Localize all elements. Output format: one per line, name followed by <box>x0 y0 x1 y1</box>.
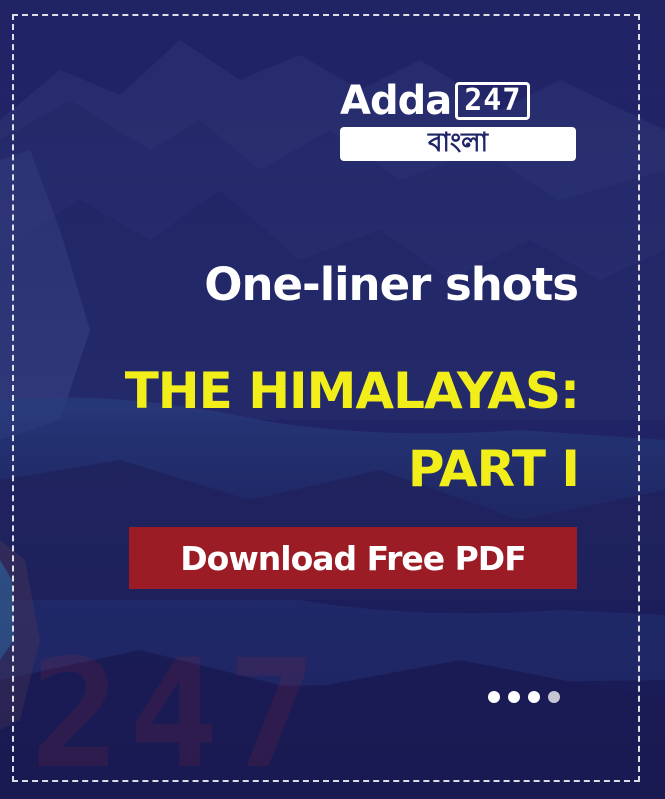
carousel-dot-4[interactable] <box>548 691 560 703</box>
logo-number-box: 247 <box>455 82 531 120</box>
logo-word: Adda <box>340 78 452 124</box>
title-line-2: PART I <box>407 440 580 498</box>
carousel-dot-3[interactable] <box>528 691 540 703</box>
logo-main: Adda 247 <box>340 78 531 124</box>
carousel-dot-2[interactable] <box>508 691 520 703</box>
title-line-1: THE HIMALAYAS: <box>124 362 580 420</box>
subtitle: One-liner shots <box>204 258 579 311</box>
promo-banner[interactable]: 247 Adda 247 বাংলা One-liner shots THE H… <box>0 0 665 799</box>
download-pdf-button[interactable]: Download Free PDF <box>129 527 577 589</box>
logo-bangla-tag: বাংলা <box>340 127 576 161</box>
main-title: THE HIMALAYAS: PART I <box>124 352 580 508</box>
carousel-dot-1[interactable] <box>488 691 500 703</box>
carousel-dots <box>488 691 560 703</box>
adda247-logo[interactable]: Adda 247 বাংলা <box>340 79 578 163</box>
